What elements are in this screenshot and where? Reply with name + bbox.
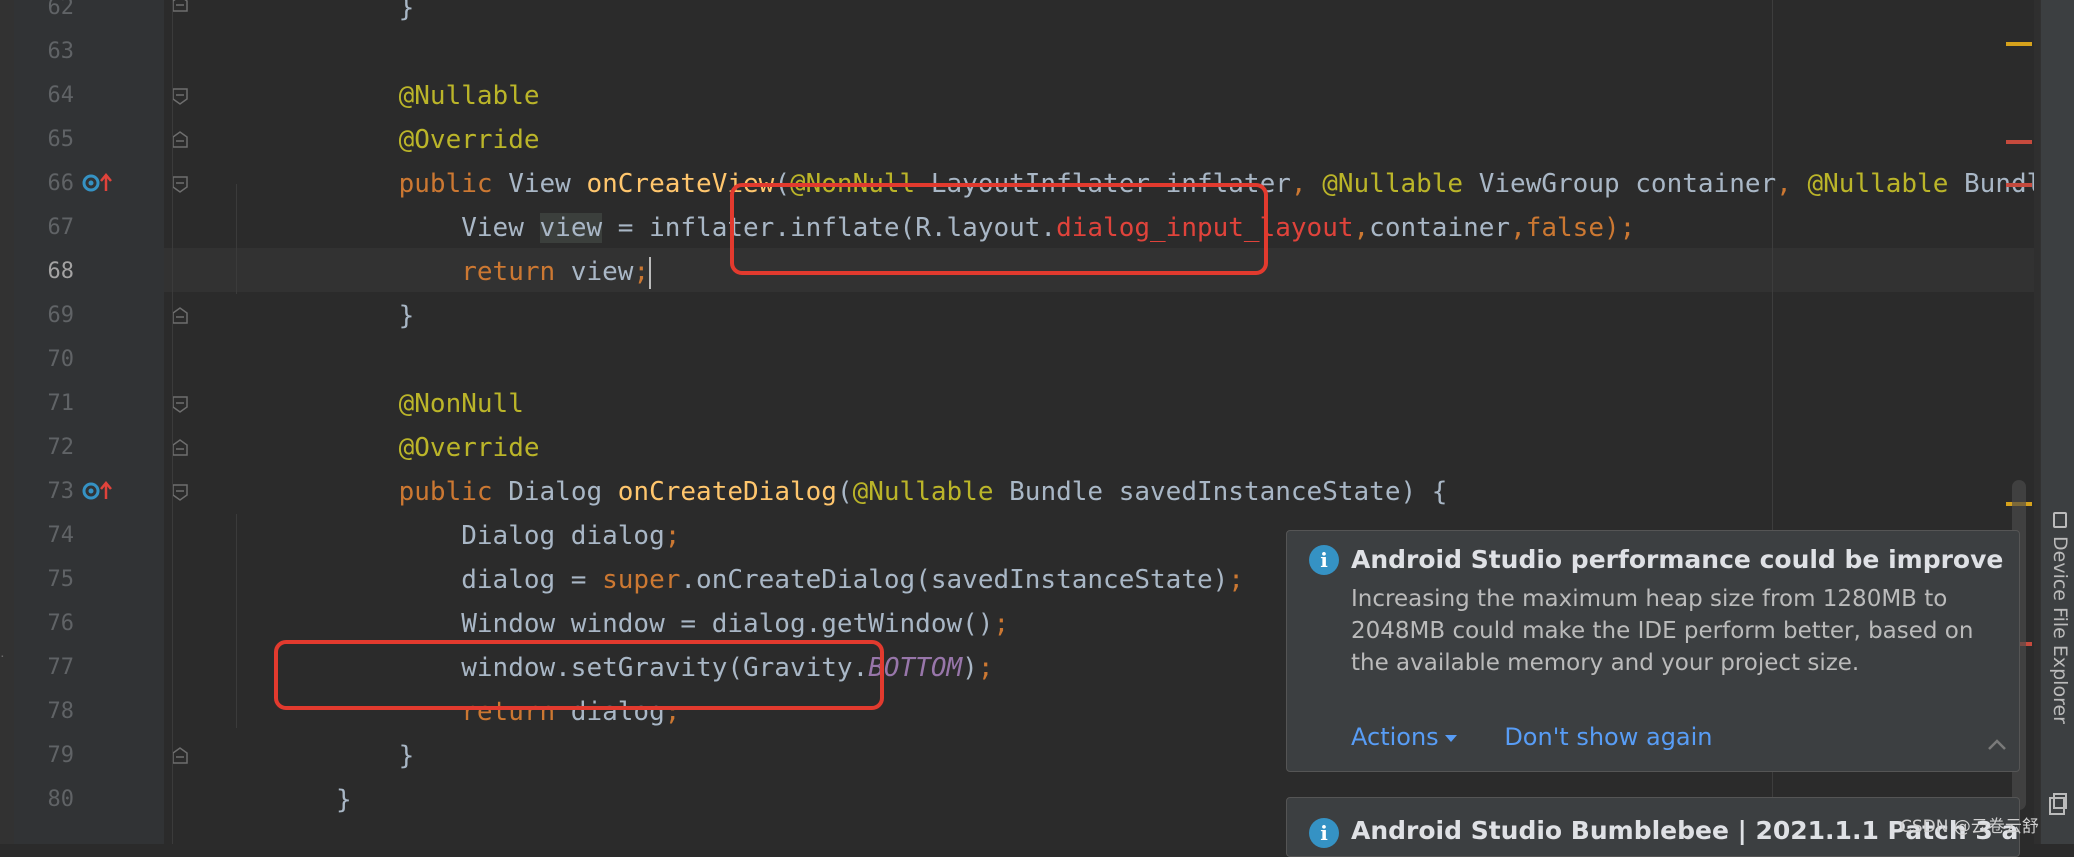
performance-notification[interactable]: i Android Studio performance could be im… <box>1286 530 2020 772</box>
code-line[interactable]: } <box>336 294 415 338</box>
line-number: 73 <box>47 479 75 504</box>
code-line[interactable]: @Nullable <box>336 74 540 118</box>
line-number: 67 <box>47 215 75 240</box>
device-icon <box>2053 512 2067 528</box>
line-number: 70 <box>47 347 75 372</box>
code-line[interactable]: } <box>336 778 352 822</box>
error-marker[interactable] <box>2006 140 2032 144</box>
chevron-up-icon[interactable] <box>1987 736 2007 750</box>
info-icon: i <box>1309 545 1339 575</box>
line-number: 65 <box>47 127 75 152</box>
highlight-box-layout-resource <box>730 183 1268 275</box>
line-number: 80 <box>47 787 75 812</box>
line-number: 66 <box>47 171 75 196</box>
text-caret <box>649 256 652 289</box>
code-line[interactable]: } <box>336 0 415 30</box>
code-line[interactable]: @NonNull <box>336 382 524 426</box>
line-number: 72 <box>47 435 75 460</box>
line-number: 76 <box>47 611 75 636</box>
overrides-method-icon[interactable] <box>82 479 116 503</box>
code-line[interactable]: } <box>336 734 415 778</box>
dont-show-again-link[interactable]: Don't show again <box>1504 723 1712 751</box>
line-number: 63 <box>47 39 75 64</box>
line-number-current: 68 <box>47 259 75 284</box>
watermark: CSDN @云卷云舒 <box>1900 817 2039 837</box>
actions-label: Actions <box>1351 723 1439 751</box>
notification-actions: Actions Don't show again <box>1351 723 1713 751</box>
code-line[interactable]: public Dialog onCreateDialog(@Nullable B… <box>336 470 1448 514</box>
line-number: 64 <box>47 83 75 108</box>
code-line[interactable]: @Override <box>336 118 540 162</box>
notification-body: Increasing the maximum heap size from 12… <box>1351 586 1974 676</box>
line-number: 69 <box>47 303 75 328</box>
code-line[interactable]: @Override <box>336 426 540 470</box>
identifier-usage-highlight: view <box>539 213 603 243</box>
actions-dropdown[interactable]: Actions <box>1351 723 1457 751</box>
line-number: 78 <box>47 699 75 724</box>
line-number: 75 <box>47 567 75 592</box>
editor-gutter: 62 63 64 65 66 67 68 69 70 71 72 73 74 7… <box>14 0 188 844</box>
code-line[interactable]: Dialog dialog; <box>336 514 680 558</box>
code-line[interactable]: dialog = super.onCreateDialog(savedInsta… <box>336 558 1244 602</box>
notification-title: Android Studio performance could be impr… <box>1351 545 2004 574</box>
line-number: 74 <box>47 523 75 548</box>
highlight-box-set-gravity <box>274 640 884 710</box>
chevron-down-icon <box>1444 734 1457 742</box>
device-file-explorer-label: Device File Explorer <box>2049 536 2071 724</box>
line-number: 62 <box>47 0 75 20</box>
left-panel-edge: ․ <box>0 0 14 844</box>
device-file-explorer-tab[interactable]: Device File Explorer <box>2045 512 2071 724</box>
overrides-method-icon[interactable] <box>82 171 116 195</box>
warning-marker[interactable] <box>2006 42 2032 46</box>
right-tool-window-bar: Device File Explorer <box>2040 0 2074 844</box>
tool-window-tab[interactable] <box>2045 790 2071 844</box>
line-number: 71 <box>47 391 75 416</box>
left-panel-stub: ․ <box>0 645 5 661</box>
code-line-current[interactable]: return view; <box>336 250 652 294</box>
line-number: 77 <box>47 655 75 680</box>
line-number: 79 <box>47 743 75 768</box>
error-marker[interactable] <box>2006 183 2032 187</box>
